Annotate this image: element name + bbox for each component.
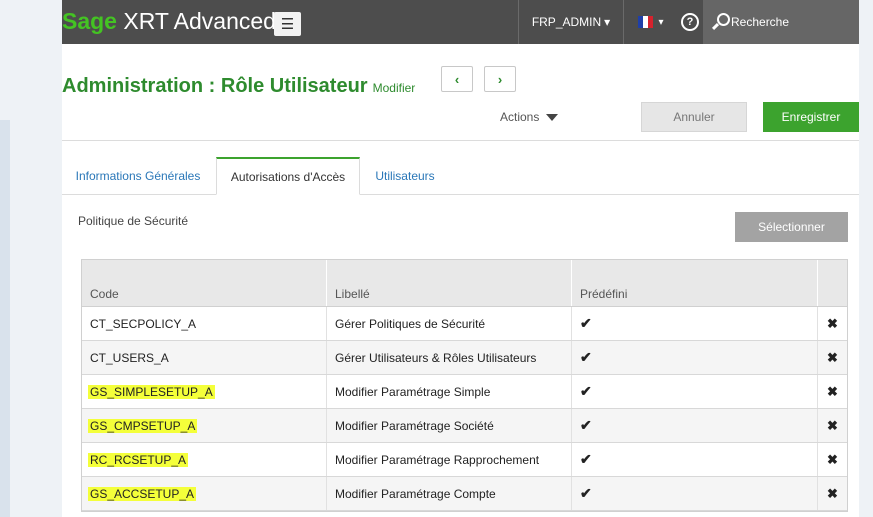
label-cell: Modifier Paramétrage Simple	[327, 375, 572, 408]
delete-cell: ✖	[818, 341, 847, 374]
delete-cell: ✖	[818, 307, 847, 340]
security-policy-label: Politique de Sécurité	[78, 214, 189, 228]
next-record-button[interactable]: ›	[484, 66, 516, 92]
brand-name: Sage	[62, 8, 117, 34]
french-flag-icon	[638, 16, 653, 28]
column-header-label[interactable]: Libellé	[327, 260, 572, 306]
label-cell: Gérer Utilisateurs & Rôles Utilisateurs	[327, 341, 572, 374]
table-row[interactable]: CT_SECPOLICY_A Gérer Politiques de Sécuri…	[82, 307, 847, 341]
application-page: Sage XRT Advanced ☰ FRP_ADMIN ▾ ▾ ? Admi…	[62, 0, 859, 517]
label-cell: Gérer Politiques de Sécurité	[327, 307, 572, 340]
cancel-button[interactable]: Annuler	[641, 102, 747, 132]
code-cell: CT_SECPOLICY_A	[82, 307, 327, 340]
predefined-cell: ✔	[572, 375, 818, 408]
security-policy-table: Code Libellé Prédéfini CT_SECPOLICY_A Gér…	[81, 259, 848, 512]
label-cell: Modifier Paramétrage Compte	[327, 477, 572, 510]
table-row[interactable]: GS_ACCSETUP_A Modifier Paramétrage Compte…	[82, 477, 847, 511]
code-text: GS_SIMPLESETUP_A	[88, 384, 215, 399]
label-text: Gérer Politiques de Sécurité	[335, 316, 486, 331]
select-button[interactable]: Sélectionner	[735, 212, 848, 242]
tab-utilisateurs[interactable]: Utilisateurs	[362, 158, 448, 194]
label-cell: Modifier Paramétrage Société	[327, 409, 572, 442]
tab-informations-generales[interactable]: Informations Générales	[62, 158, 214, 194]
user-name: FRP_ADMIN	[531, 15, 602, 29]
checkmark-icon: ✔	[580, 451, 592, 467]
label-text: Modifier Paramétrage Compte	[335, 486, 496, 501]
search-input[interactable]	[731, 15, 841, 29]
header-divider	[62, 140, 859, 141]
background-left-strip	[0, 120, 10, 517]
label-cell: Modifier Paramétrage Rapprochement	[327, 443, 572, 476]
search-box	[703, 0, 859, 44]
delete-cell: ✖	[818, 477, 847, 510]
checkmark-icon: ✔	[580, 417, 592, 433]
tabs-baseline	[62, 194, 859, 195]
code-text: RC_RCSETUP_A	[88, 452, 189, 467]
delete-cell: ✖	[818, 443, 847, 476]
code-text: CT_SECPOLICY_A	[90, 316, 197, 331]
page-title-text: Administration : Rôle Utilisateur	[62, 75, 368, 97]
checkmark-icon: ✔	[580, 485, 592, 501]
actions-dropdown[interactable]: Actions	[500, 110, 559, 124]
predefined-cell: ✔	[572, 443, 818, 476]
main-menu-button[interactable]: ☰	[274, 12, 301, 36]
delete-icon[interactable]: ✖	[827, 350, 838, 366]
delete-cell: ✖	[818, 409, 847, 442]
delete-icon[interactable]: ✖	[827, 486, 838, 502]
edit-mode-label: Modifier	[372, 81, 416, 95]
table-row[interactable]: GS_SIMPLESETUP_A Modifier Paramétrage Sim…	[82, 375, 847, 409]
delete-cell: ✖	[818, 375, 847, 408]
product-name: XRT Advanced	[123, 8, 276, 34]
code-text: GS_ACCSETUP_A	[88, 486, 197, 501]
table-row[interactable]: CT_USERS_A Gérer Utilisateurs & Rôles Uti…	[82, 341, 847, 375]
code-text: GS_CMPSETUP_A	[88, 418, 198, 433]
table-row[interactable]: RC_RCSETUP_A Modifier Paramétrage Rapproc…	[82, 443, 847, 477]
background-right	[859, 0, 873, 517]
predefined-cell: ✔	[572, 409, 818, 442]
predefined-cell: ✔	[572, 341, 818, 374]
chevron-right-icon: ›	[497, 71, 503, 87]
top-bar: Sage XRT Advanced ☰ FRP_ADMIN ▾ ▾ ?	[62, 0, 859, 44]
app-logo[interactable]: Sage XRT Advanced	[62, 8, 276, 35]
tab-autorisations-acces[interactable]: Autorisations d'Accès	[216, 157, 360, 195]
code-cell: GS_ACCSETUP_A	[82, 477, 327, 510]
table-row[interactable]: GS_CMPSETUP_A Modifier Paramétrage Sociét…	[82, 409, 847, 443]
label-text: Modifier Paramétrage Société	[335, 418, 494, 433]
delete-icon[interactable]: ✖	[827, 384, 838, 400]
search-icon[interactable]	[709, 11, 731, 33]
code-cell: CT_USERS_A	[82, 341, 327, 374]
hamburger-icon: ☰	[280, 16, 295, 33]
chevron-left-icon: ‹	[454, 71, 460, 87]
table-header: Code Libellé Prédéfini	[82, 260, 847, 307]
previous-record-button[interactable]: ‹	[441, 66, 473, 92]
label-text: Modifier Paramétrage Simple	[335, 384, 491, 399]
code-cell: GS_CMPSETUP_A	[82, 409, 327, 442]
page-title: Administration : Rôle Utilisateur Modifie…	[62, 75, 415, 98]
label-text: Modifier Paramétrage Rapprochement	[335, 452, 540, 467]
predefined-cell: ✔	[572, 307, 818, 340]
checkmark-icon: ✔	[580, 383, 592, 399]
caret-down-icon: ▾	[658, 16, 664, 28]
code-text: CT_USERS_A	[90, 350, 169, 365]
delete-icon[interactable]: ✖	[827, 418, 838, 434]
checkmark-icon: ✔	[580, 315, 592, 331]
predefined-cell: ✔	[572, 477, 818, 510]
code-cell: GS_SIMPLESETUP_A	[82, 375, 327, 408]
caret-down-icon	[546, 113, 559, 121]
column-header-predefined[interactable]: Prédéfini	[572, 260, 818, 306]
caret-down-icon: ▾	[604, 15, 611, 29]
label-text: Gérer Utilisateurs & Rôles Utilisateurs	[335, 350, 537, 365]
actions-label: Actions	[500, 110, 540, 124]
table-body: CT_SECPOLICY_A Gérer Politiques de Sécuri…	[82, 307, 847, 511]
checkmark-icon: ✔	[580, 349, 592, 365]
code-cell: RC_RCSETUP_A	[82, 443, 327, 476]
delete-icon[interactable]: ✖	[827, 452, 838, 468]
help-icon[interactable]: ?	[681, 13, 699, 31]
delete-icon[interactable]: ✖	[827, 316, 838, 332]
language-menu[interactable]: ▾	[623, 0, 679, 44]
save-button[interactable]: Enregistrer	[763, 102, 859, 132]
column-header-actions	[818, 260, 847, 306]
column-header-code[interactable]: Code	[82, 260, 327, 306]
user-menu[interactable]: FRP_ADMIN ▾	[518, 0, 624, 44]
